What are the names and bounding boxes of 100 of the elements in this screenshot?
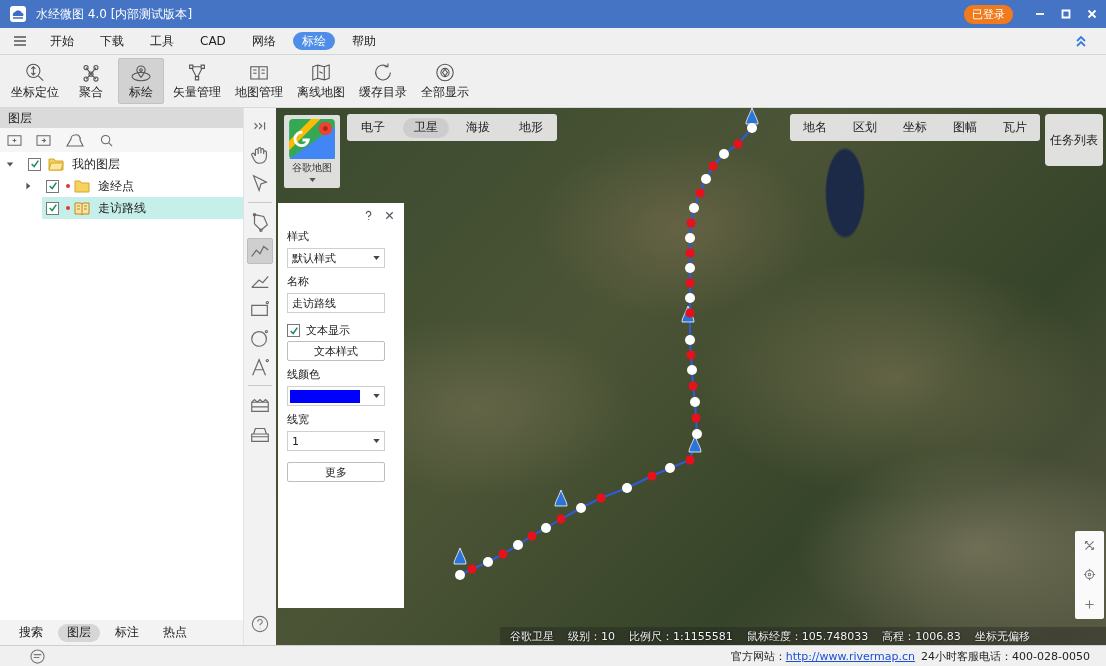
hotline-text: 24小时客服电话：400-028-0050 [921,648,1090,664]
route-point[interactable] [576,503,586,513]
panel-tab[interactable]: 标注 [106,623,148,642]
panel-tab[interactable]: 热点 [154,623,196,642]
map-type-tab[interactable]: 电子 [350,117,397,138]
polyline-tool-button[interactable] [247,237,273,264]
folder-icon [74,179,90,193]
chevrons-up-icon[interactable] [1074,34,1088,48]
map-status-text: 鼠标经度：105.748033 [746,628,869,644]
menu-tab[interactable]: CAD [191,32,235,50]
route-point[interactable] [541,523,551,533]
help-icon[interactable] [251,615,269,633]
route-point[interactable] [513,540,523,550]
overlay-button[interactable]: 区划 [847,117,883,138]
map-type-tab[interactable]: 地形 [507,117,554,138]
map-edit-button[interactable]: 地图管理 [230,58,288,104]
route-point[interactable] [701,174,711,184]
text-field[interactable]: 走访路线 [287,293,385,313]
plot-button[interactable]: 标绘 [118,58,164,104]
import-icon[interactable] [36,133,51,147]
field-label: 名称 [287,274,310,289]
panel-button[interactable]: 更多 [287,462,385,482]
expanded-arrow-icon[interactable] [6,160,14,168]
menu-tab[interactable]: 开始 [41,32,83,50]
caret-icon [373,394,380,398]
menu-tab[interactable]: 工具 [141,32,183,50]
vector-button[interactable]: 矢量管理 [168,58,226,104]
cache-button[interactable]: 缓存目录 [354,58,412,104]
menu-icon[interactable] [13,35,27,47]
panel-tab[interactable]: 搜索 [10,623,52,642]
layer-checkbox[interactable] [46,179,59,193]
route-point[interactable] [690,397,700,407]
route-point[interactable] [689,203,699,213]
collapsed-arrow-icon[interactable] [24,182,32,190]
route-point[interactable] [455,570,465,580]
route-marker-icon[interactable] [688,435,702,453]
route-point[interactable] [747,123,757,133]
map-app-logo-icon[interactable] [289,119,335,159]
offline-map-button[interactable]: 离线地图 [292,58,350,104]
route-marker-icon[interactable] [745,108,759,125]
route-point[interactable] [665,463,675,473]
dropdown[interactable]: 1 [287,431,385,451]
layer-checkbox[interactable] [46,201,59,215]
open-folder-icon [48,157,64,171]
close-icon[interactable] [384,209,395,221]
overlay-button[interactable]: 瓦片 [997,117,1033,138]
panel-button[interactable]: 文本样式 [287,341,385,361]
checkbox[interactable] [287,324,300,337]
map-source-label[interactable]: 谷歌地图 [292,161,332,175]
cloud-icon[interactable] [65,133,85,147]
route-point[interactable] [483,557,493,567]
route-point[interactable] [685,293,695,303]
website-link[interactable]: http://www.rivermap.cn [785,649,916,663]
help-icon[interactable] [363,209,374,221]
map-type-tab[interactable]: 卫星 [402,117,449,138]
menu-tab[interactable]: 帮助 [342,32,385,50]
map-type-tab[interactable]: 海拔 [455,117,502,138]
maximize-icon[interactable] [1060,8,1072,20]
color-dropdown[interactable] [287,386,385,406]
panel-header: 图层 [0,108,243,128]
cluster-button[interactable]: 聚合 [68,58,114,104]
route-point[interactable] [687,365,697,375]
zoom-in-icon[interactable] [1083,597,1096,611]
route-point[interactable] [685,263,695,273]
panel-tab[interactable]: 图层 [58,623,100,642]
route-marker-icon[interactable] [554,489,568,507]
route-point[interactable] [692,429,702,439]
dropdown[interactable]: 默认样式 [287,248,385,268]
locate-button[interactable]: 坐标定位 [6,58,64,104]
site-label: 官方网站： [730,648,786,664]
layer-row[interactable]: 途经点 [42,175,243,197]
field-label: 线颜色 [287,367,321,382]
caret-icon [373,439,380,443]
search-icon[interactable] [99,133,114,147]
map-status-text: 级别：10 [568,628,615,644]
checkbox-label[interactable]: 文本显示 [306,323,350,338]
layer-row[interactable]: 我的图层 [24,153,243,175]
overlay-button[interactable]: 图幅 [947,117,983,138]
route-marker-icon[interactable] [453,547,467,565]
display-button[interactable]: 全部显示 [416,58,474,104]
add-layer-icon[interactable] [7,133,22,147]
circle-lines-icon[interactable] [30,648,45,664]
route-point[interactable] [622,483,632,493]
task-list-button[interactable]: 任务列表 [1045,114,1103,166]
overlay-button[interactable]: 地名 [797,117,833,138]
layer-row[interactable]: 走访路线 [42,197,243,219]
route-point[interactable] [685,335,695,345]
layer-checkbox[interactable] [28,157,41,171]
caret-icon[interactable] [308,178,316,182]
map-status-text: 高程：1006.83 [882,628,961,644]
locate-icon[interactable] [1083,568,1096,582]
dot-icon [66,206,70,210]
menu-tab[interactable]: 下载 [91,32,133,50]
diagonal-arrows-icon[interactable] [1083,539,1096,553]
route-point[interactable] [685,233,695,243]
map-status-text: 坐标无偏移 [974,628,1030,644]
overlay-button[interactable]: 坐标 [897,117,933,138]
route-point[interactable] [719,149,729,159]
close-icon[interactable] [1086,8,1098,20]
menu-tab[interactable]: 网络 [242,32,285,50]
